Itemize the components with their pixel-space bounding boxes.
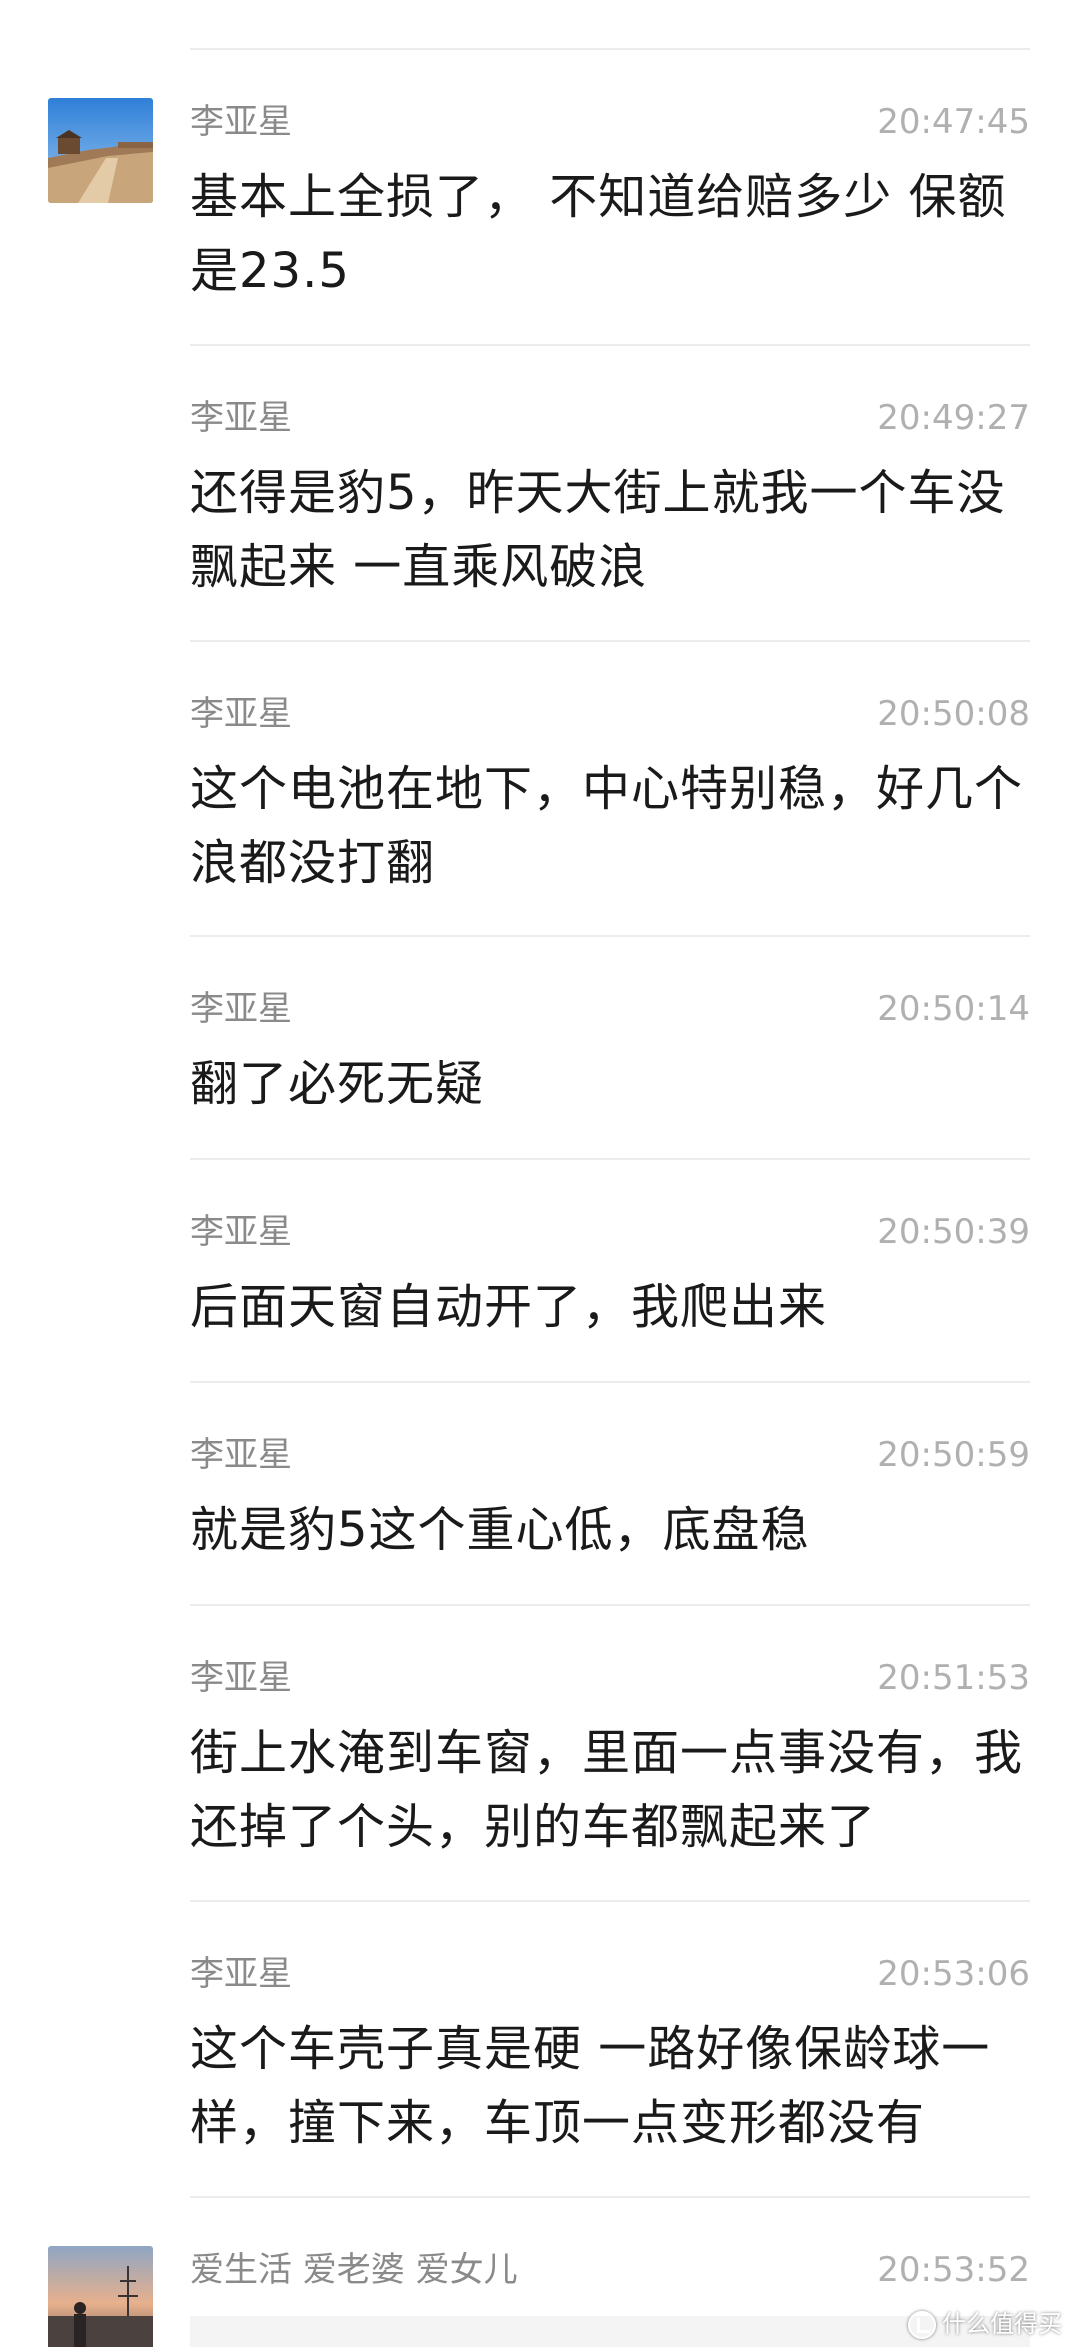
- message-divider: [190, 1158, 1030, 1160]
- avatar[interactable]: [48, 98, 153, 203]
- message-time: 20:50:08: [877, 694, 1030, 734]
- great-wall-avatar-image: [48, 98, 153, 203]
- message-divider: [190, 1604, 1030, 1606]
- quoted-content-box[interactable]: [190, 2316, 1030, 2347]
- message-time: 20:51:53: [877, 1658, 1030, 1698]
- message-item[interactable]: 李亚星 20:50:08 这个电池在地下，中心特别稳，好几个浪都没打翻: [0, 690, 1080, 930]
- message-divider: [190, 344, 1030, 346]
- sender-name: 爱生活 爱老婆 爱女儿: [190, 2250, 518, 2290]
- message-item[interactable]: 李亚星 20:49:27 还得是豹5，昨天大街上就我一个车没飘起来 一直乘风破浪: [0, 394, 1080, 634]
- message-divider: [190, 935, 1030, 937]
- sender-name: 李亚星: [190, 1954, 292, 1994]
- message-item[interactable]: 李亚星 20:50:14 翻了必死无疑: [0, 985, 1080, 1155]
- message-time: 20:53:06: [877, 1954, 1030, 1994]
- message-time: 20:50:39: [877, 1212, 1030, 1252]
- sender-name: 李亚星: [190, 1435, 292, 1475]
- watermark: 什么值得买: [908, 2304, 1062, 2339]
- sender-name: 李亚星: [190, 989, 292, 1029]
- message-text: 这个车壳子真是硬 一路好像保龄球一样，撞下来，车顶一点变形都没有: [190, 2021, 991, 2151]
- message-text: 翻了必死无疑: [190, 1056, 485, 1112]
- sender-name: 李亚星: [190, 1212, 292, 1252]
- message-text: 后面天窗自动开了，我爬出来: [190, 1279, 828, 1335]
- message-divider: [190, 640, 1030, 642]
- message-time: 20:53:52: [877, 2250, 1030, 2290]
- message-divider: [190, 2196, 1030, 2198]
- message-divider: [190, 1900, 1030, 1902]
- message-item[interactable]: 李亚星 20:50:59 就是豹5这个重心低，底盘稳: [0, 1431, 1080, 1601]
- message-text: 基本上全损了， 不知道给赔多少 保额是23.5: [190, 169, 1007, 299]
- smzdm-logo-icon: [908, 2311, 936, 2339]
- avatar[interactable]: [48, 2246, 153, 2347]
- watermark-text: 什么值得买: [942, 2310, 1062, 2338]
- sender-name: 李亚星: [190, 694, 292, 734]
- message-text: 就是豹5这个重心低，底盘稳: [190, 1502, 810, 1558]
- sender-name: 李亚星: [190, 1658, 292, 1698]
- message-item[interactable]: 李亚星 20:47:45 基本上全损了， 不知道给赔多少 保额是23.5: [0, 98, 1080, 338]
- message-text: 还得是豹5，昨天大街上就我一个车没飘起来 一直乘风破浪: [190, 465, 1006, 595]
- message-item[interactable]: 李亚星 20:53:06 这个车壳子真是硬 一路好像保龄球一样，撞下来，车顶一点…: [0, 1950, 1080, 2190]
- chat-history-page: 李亚星 20:47:45 基本上全损了， 不知道给赔多少 保额是23.5 李亚星…: [0, 0, 1080, 2347]
- sender-name: 李亚星: [190, 102, 292, 142]
- message-divider: [190, 1381, 1030, 1383]
- message-text: 街上水淹到车窗，里面一点事没有，我还掉了个头，别的车都飘起来了: [190, 1725, 1024, 1855]
- message-time: 20:50:59: [877, 1435, 1030, 1475]
- message-time: 20:50:14: [877, 989, 1030, 1029]
- message-time: 20:47:45: [877, 102, 1030, 142]
- message-item[interactable]: 李亚星 20:50:39 后面天窗自动开了，我爬出来: [0, 1208, 1080, 1378]
- message-divider: [190, 48, 1030, 50]
- message-text: 这个电池在地下，中心特别稳，好几个浪都没打翻: [190, 761, 1024, 891]
- message-item[interactable]: 李亚星 20:51:53 街上水淹到车窗，里面一点事没有，我还掉了个头，别的车都…: [0, 1654, 1080, 1894]
- message-time: 20:49:27: [877, 398, 1030, 438]
- sunset-avatar-image: [48, 2246, 153, 2347]
- sender-name: 李亚星: [190, 398, 292, 438]
